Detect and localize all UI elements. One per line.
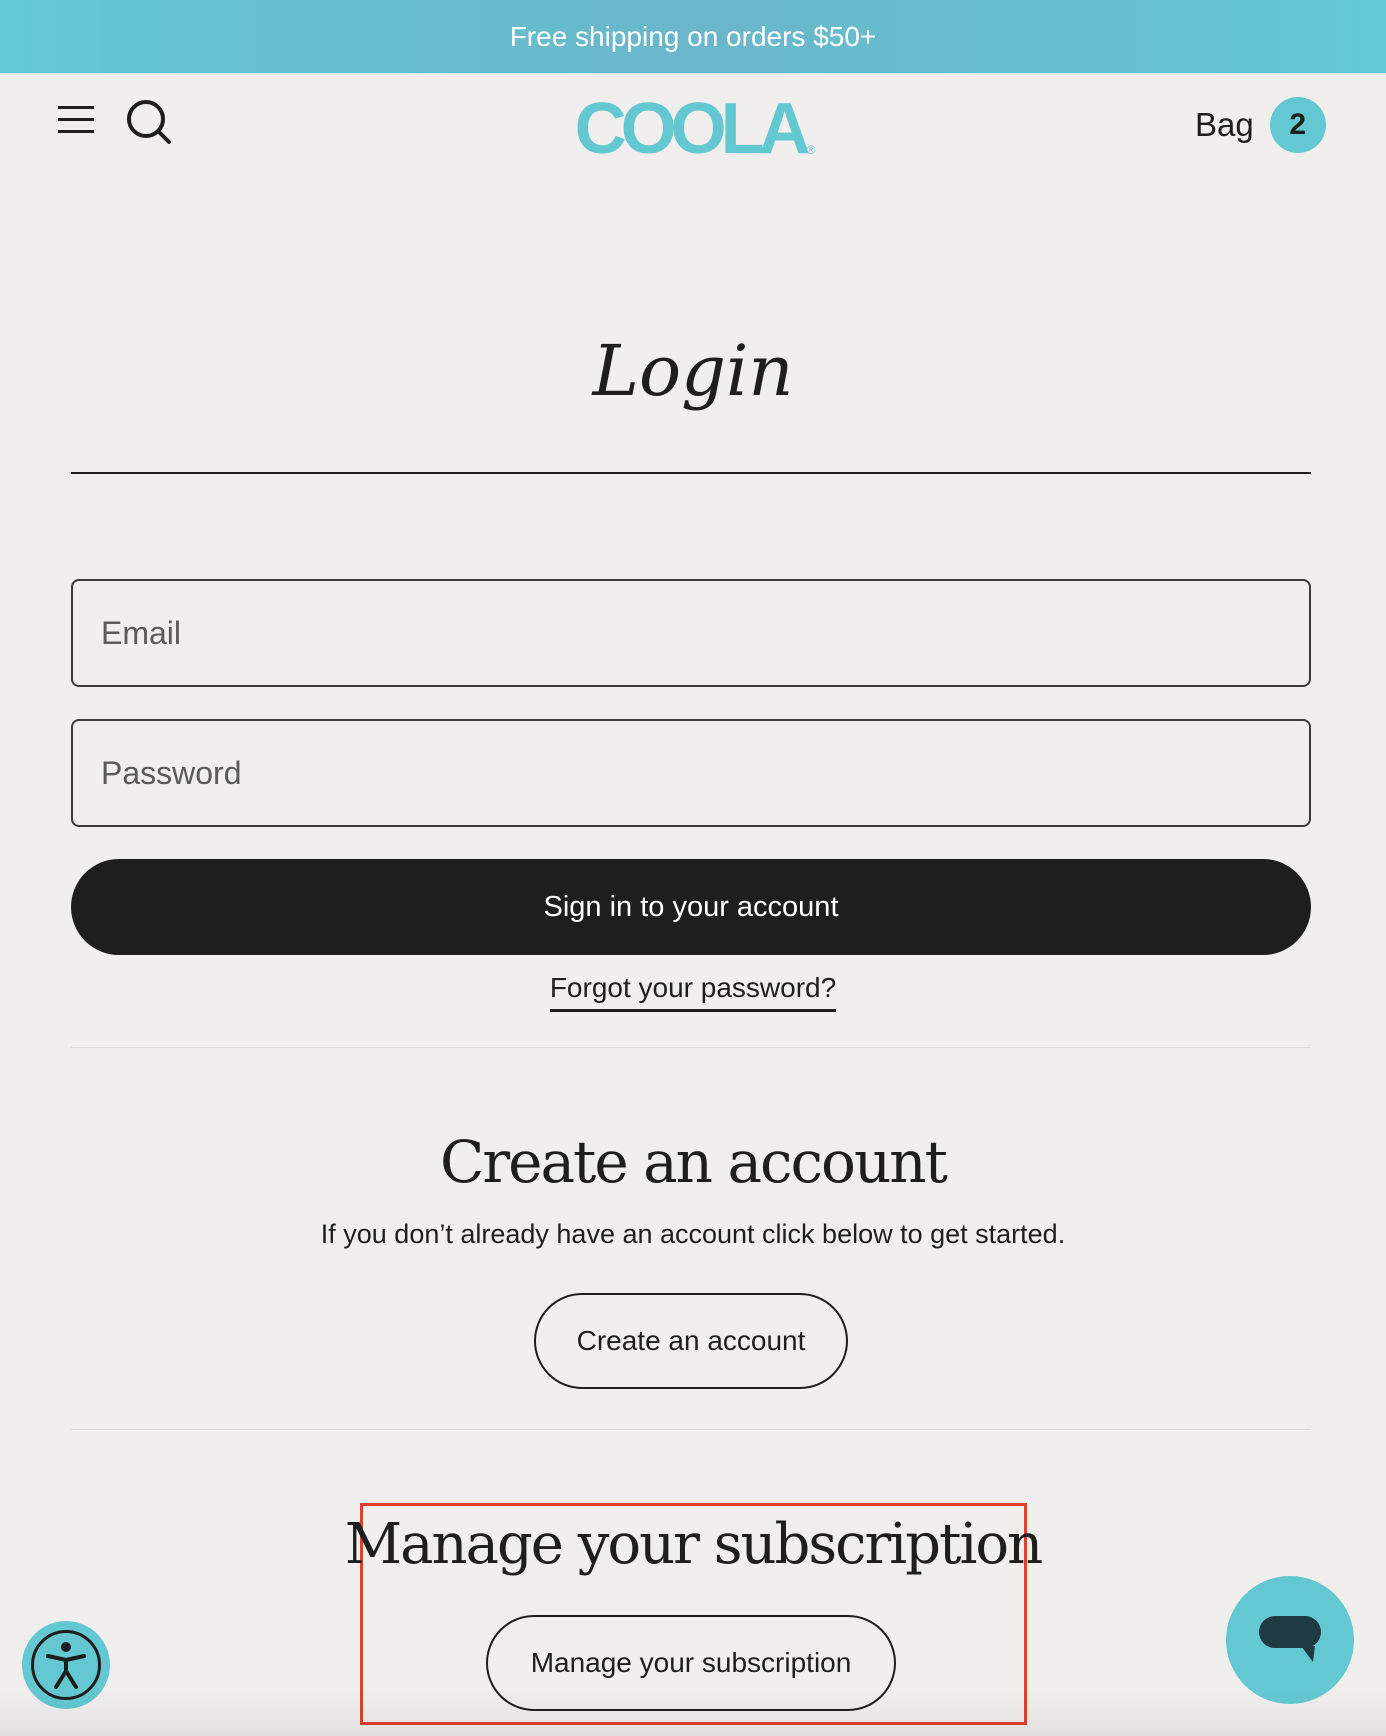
coola-logo[interactable]: COOLA ® bbox=[570, 89, 820, 169]
login-page: Free shipping on orders $50+ COOLA ® Bag… bbox=[0, 0, 1386, 1736]
chat-bubble-icon[interactable] bbox=[1226, 1576, 1354, 1704]
section-divider bbox=[71, 1047, 1311, 1048]
create-account-description: If you don’t already have an account cli… bbox=[320, 1219, 1066, 1249]
announcement-bar: Free shipping on orders $50+ bbox=[0, 0, 1386, 73]
create-account-button[interactable]: Create an account bbox=[534, 1293, 848, 1389]
logo-registered-mark: ® bbox=[806, 143, 816, 157]
accessibility-button[interactable] bbox=[22, 1621, 110, 1709]
bag-label: Bag bbox=[1195, 106, 1254, 143]
manage-subscription-button[interactable]: Manage your subscription bbox=[486, 1615, 896, 1711]
page-title: Login bbox=[592, 330, 794, 412]
sign-in-button[interactable]: Sign in to your account bbox=[71, 859, 1311, 955]
manage-subscription-heading: Manage your subscription bbox=[344, 1512, 1043, 1577]
bag-button[interactable]: Bag 2 bbox=[1195, 97, 1326, 153]
hamburger-menu-icon[interactable] bbox=[58, 103, 94, 137]
bag-count-badge: 2 bbox=[1269, 97, 1326, 153]
announcement-text: Free shipping on orders $50+ bbox=[509, 20, 877, 52]
password-field[interactable] bbox=[71, 719, 1311, 827]
forgot-password-container: Forgot your password? bbox=[0, 972, 1386, 1012]
search-icon[interactable] bbox=[126, 99, 172, 145]
logo-text: COOLA bbox=[574, 89, 811, 169]
section-divider bbox=[71, 1429, 1311, 1430]
forgot-password-link[interactable]: Forgot your password? bbox=[549, 972, 837, 1012]
accessibility-icon bbox=[31, 1630, 101, 1700]
title-divider bbox=[71, 472, 1311, 474]
email-field[interactable] bbox=[71, 579, 1311, 687]
site-header: COOLA ® Bag 2 bbox=[0, 73, 1386, 178]
create-account-heading: Create an account bbox=[440, 1128, 948, 1196]
